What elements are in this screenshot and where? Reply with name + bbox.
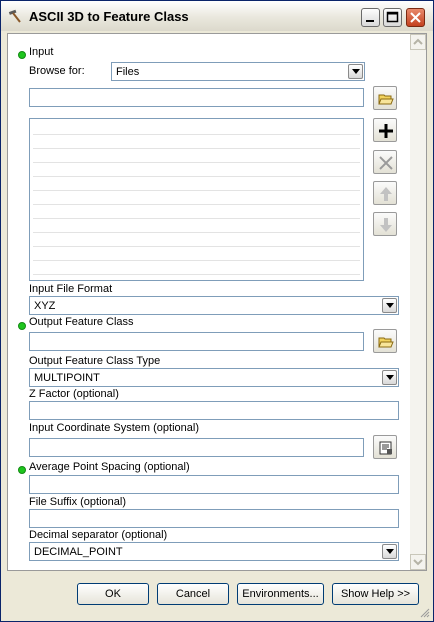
input-file-format-label: Input File Format <box>29 283 113 295</box>
input-coordinate-system-label: Input Coordinate System (optional) <box>29 422 199 434</box>
window-title: ASCII 3D to Feature Class <box>29 9 189 24</box>
average-point-spacing-label: Average Point Spacing (optional) <box>29 461 190 473</box>
browse-for-value: Files <box>116 66 140 78</box>
chevron-down-icon[interactable] <box>382 298 397 313</box>
resize-grip-icon[interactable] <box>420 608 430 618</box>
properties-icon <box>379 441 392 455</box>
list-row-divider <box>33 274 360 275</box>
chevron-down-icon[interactable] <box>348 64 363 79</box>
file-suffix-field[interactable] <box>29 509 399 528</box>
list-row-divider <box>33 162 360 163</box>
list-row-divider <box>33 134 360 135</box>
file-suffix-label: File Suffix (optional) <box>29 496 127 508</box>
output-feature-class-type-value: MULTIPOINT <box>34 372 100 384</box>
maximize-button[interactable] <box>383 8 402 27</box>
chevron-down-icon <box>413 559 423 566</box>
chevron-down-icon[interactable] <box>382 370 397 385</box>
maximize-icon <box>386 11 399 23</box>
title-bar[interactable]: ASCII 3D to Feature Class <box>1 1 433 31</box>
ok-button[interactable]: OK <box>77 583 149 605</box>
arrow-down-icon <box>380 218 392 232</box>
remove-button[interactable] <box>373 150 397 174</box>
input-files-list[interactable] <box>29 118 364 281</box>
average-point-spacing-field[interactable] <box>29 475 399 494</box>
z-factor-label: Z Factor (optional) <box>29 388 119 400</box>
browse-for-label: Browse for: <box>29 65 85 77</box>
required-indicator-icon <box>18 51 26 59</box>
cancel-button[interactable]: Cancel <box>157 583 229 605</box>
move-up-button[interactable] <box>373 181 397 205</box>
output-feature-class-type-label: Output Feature Class Type <box>29 355 161 367</box>
input-label: Input <box>29 46 54 58</box>
vertical-scrollbar[interactable] <box>410 34 426 570</box>
scroll-up-button[interactable] <box>410 34 426 50</box>
plus-icon <box>379 124 393 138</box>
minimize-button[interactable] <box>361 8 380 27</box>
decimal-separator-value: DECIMAL_POINT <box>34 546 123 558</box>
list-row-divider <box>33 204 360 205</box>
scroll-down-button[interactable] <box>410 554 426 570</box>
decimal-separator-label: Decimal separator (optional) <box>29 529 168 541</box>
minimize-icon <box>366 20 374 22</box>
z-factor-field[interactable] <box>29 401 399 420</box>
required-indicator-icon <box>18 322 26 330</box>
list-row-divider <box>33 260 360 261</box>
input-coordinate-system-field[interactable] <box>29 438 364 457</box>
chevron-down-icon[interactable] <box>382 544 397 559</box>
parameters-panel: Input Browse for: Files Input File Forma… <box>7 33 427 571</box>
browse-for-dropdown[interactable]: Files <box>111 62 365 81</box>
list-row-divider <box>33 176 360 177</box>
add-button[interactable] <box>373 118 397 142</box>
input-path-field[interactable] <box>29 88 364 107</box>
list-row-divider <box>33 218 360 219</box>
list-row-divider <box>33 232 360 233</box>
input-file-format-value: XYZ <box>34 300 56 312</box>
input-file-format-dropdown[interactable]: XYZ <box>29 296 399 315</box>
chevron-up-icon <box>413 38 423 45</box>
list-row-divider <box>33 246 360 247</box>
required-indicator-icon <box>18 466 26 474</box>
output-feature-class-label: Output Feature Class <box>29 316 134 328</box>
hammer-icon <box>8 9 21 23</box>
x-icon <box>379 156 393 170</box>
environments-button[interactable]: Environments... <box>237 583 324 605</box>
move-down-button[interactable] <box>373 212 397 236</box>
show-help-button[interactable]: Show Help >> <box>332 583 419 605</box>
list-row-divider <box>33 148 360 149</box>
open-folder-icon <box>378 337 394 348</box>
decimal-separator-dropdown[interactable]: DECIMAL_POINT <box>29 542 399 561</box>
close-icon <box>410 12 421 23</box>
output-feature-class-type-dropdown[interactable]: MULTIPOINT <box>29 368 399 387</box>
browse-input-button[interactable] <box>373 86 397 110</box>
close-button[interactable] <box>406 8 425 27</box>
coordinate-system-properties-button[interactable] <box>373 435 397 459</box>
browse-output-button[interactable] <box>373 329 397 353</box>
open-folder-icon <box>378 94 394 105</box>
arrow-up-icon <box>380 187 392 201</box>
list-row-divider <box>33 190 360 191</box>
output-feature-class-field[interactable] <box>29 332 364 351</box>
dialog-window: ASCII 3D to Feature Class Input Browse f… <box>0 0 434 622</box>
